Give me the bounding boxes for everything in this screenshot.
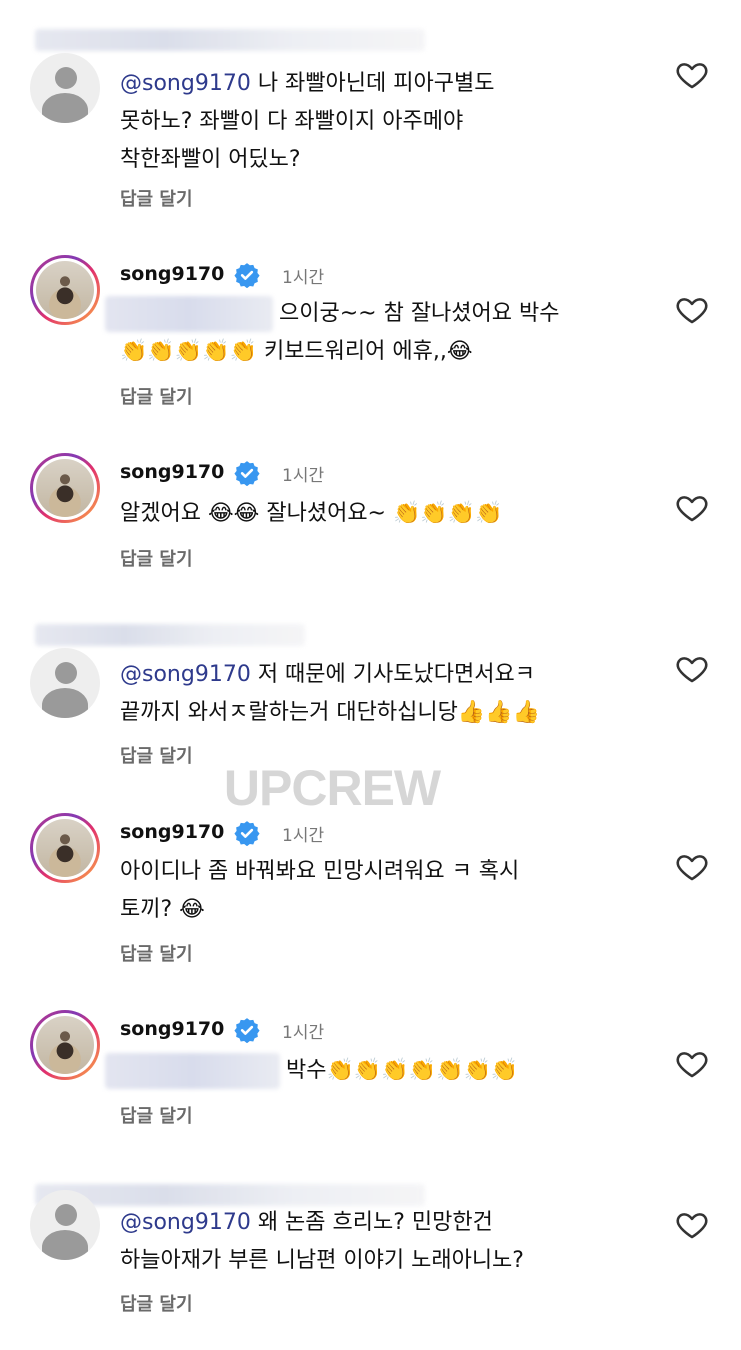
verified-badge-icon [234, 461, 260, 486]
reply-button[interactable]: 답글 달기 [120, 1102, 193, 1128]
heart-icon[interactable] [674, 652, 710, 686]
blurred-mention [105, 1053, 280, 1089]
timestamp: 1시간 [282, 826, 325, 846]
blurred-mention [105, 296, 273, 332]
comment-text: @song9170 나 좌빨아닌데 피아구별도 못하노? 좌빨이 다 좌빨이지 … [120, 71, 495, 172]
comment-text: 으이궁~~ 참 잘나셨어요 박수 👏👏👏👏👏 키보드워리어 에휴,,😂 [105, 295, 560, 371]
username[interactable]: song9170 [120, 461, 224, 483]
timestamp: 1시간 [282, 466, 325, 486]
blurred-username [35, 1184, 425, 1206]
timestamp: 1시간 [282, 268, 325, 288]
verified-badge-icon [234, 821, 260, 846]
verified-badge-icon [234, 263, 260, 288]
reply-button[interactable]: 답글 달기 [120, 383, 193, 409]
avatar[interactable] [30, 1190, 100, 1260]
reply-button[interactable]: 답글 달기 [120, 185, 193, 211]
heart-icon[interactable] [674, 1208, 710, 1242]
reply-button[interactable]: 답글 달기 [120, 940, 193, 966]
heart-icon[interactable] [674, 58, 710, 92]
comment-text: 알겠어요 😂😂 잘나셨어요~ 👏👏👏👏 [120, 501, 503, 526]
reply-button[interactable]: 답글 달기 [120, 1290, 193, 1316]
comment-text: 박수👏👏👏👏👏👏👏 [105, 1052, 518, 1090]
avatar[interactable] [30, 453, 100, 523]
avatar[interactable] [30, 813, 100, 883]
mention-link[interactable]: @song9170 [120, 71, 251, 96]
comment-text: 아이디나 좀 바꿔봐요 민망시려워요 ㅋ 혹시 토끼? 😂 [120, 859, 520, 922]
heart-icon[interactable] [674, 293, 710, 327]
verified-badge-icon [234, 1018, 260, 1043]
mention-link[interactable]: @song9170 [120, 1210, 251, 1235]
timestamp: 1시간 [282, 1023, 325, 1043]
heart-icon[interactable] [674, 850, 710, 884]
heart-icon[interactable] [674, 1047, 710, 1081]
username[interactable]: song9170 [120, 821, 224, 843]
username[interactable]: song9170 [120, 1018, 224, 1040]
avatar[interactable] [30, 1010, 100, 1080]
comment-text: @song9170 저 때문에 기사도났다면서요ㅋ 끝까지 와서ㅈ랄하는거 대단… [120, 662, 541, 725]
blurred-username [35, 624, 305, 646]
comment-text: @song9170 왜 논좀 흐리노? 민망한건 하늘아재가 부른 니남편 이야… [120, 1210, 524, 1273]
mention-link[interactable]: @song9170 [120, 662, 251, 687]
avatar[interactable] [30, 53, 100, 123]
username[interactable]: song9170 [120, 263, 224, 285]
avatar[interactable] [30, 648, 100, 718]
heart-icon[interactable] [674, 491, 710, 525]
blurred-username [35, 29, 425, 51]
avatar[interactable] [30, 255, 100, 325]
reply-button[interactable]: 답글 달기 [120, 545, 193, 571]
reply-button[interactable]: 답글 달기 [120, 742, 193, 768]
watermark: UPCREW [223, 760, 441, 816]
